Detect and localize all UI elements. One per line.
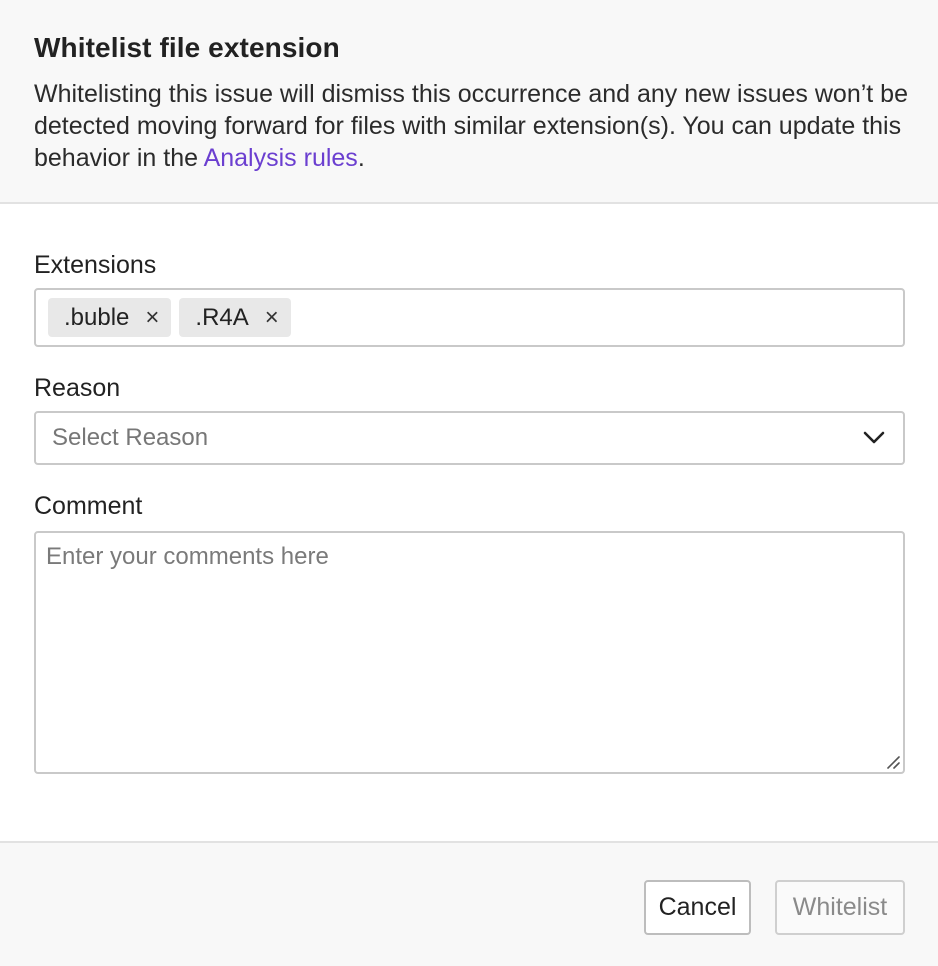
description-text: Whitelisting this issue will dismiss thi…	[34, 80, 908, 172]
description-end: .	[357, 144, 365, 172]
modal-description: Whitelisting this issue will dismiss thi…	[34, 78, 908, 174]
modal-body: Extensions .buble × .R4A × Reason Select…	[34, 250, 905, 774]
comment-field-wrapper	[34, 531, 905, 774]
extension-tag-label: .R4A	[195, 303, 249, 331]
whitelist-button[interactable]: Whitelist	[775, 880, 905, 935]
cancel-button[interactable]: Cancel	[644, 880, 751, 935]
comment-textarea[interactable]	[36, 533, 903, 772]
reason-placeholder: Select Reason	[52, 424, 209, 451]
modal-header: Whitelist file extension Whitelisting th…	[0, 0, 938, 204]
modal-footer: Cancel Whitelist	[0, 841, 938, 966]
chevron-down-icon	[861, 425, 887, 451]
reason-label: Reason	[34, 374, 121, 402]
analysis-rules-link[interactable]: Analysis rules	[204, 144, 358, 172]
modal-title: Whitelist file extension	[34, 32, 340, 63]
extensions-tag-input[interactable]: .buble × .R4A ×	[34, 288, 905, 347]
remove-tag-icon[interactable]: ×	[265, 305, 279, 330]
extension-tag: .R4A ×	[179, 298, 291, 337]
reason-select[interactable]: Select Reason	[34, 411, 905, 465]
extension-tag-label: .buble	[64, 303, 130, 331]
resize-handle-icon[interactable]	[883, 752, 901, 770]
whitelist-modal: Whitelist file extension Whitelisting th…	[0, 0, 938, 966]
extension-tag: .buble ×	[48, 298, 172, 337]
comment-label: Comment	[34, 492, 143, 520]
extensions-label: Extensions	[34, 251, 157, 279]
remove-tag-icon[interactable]: ×	[145, 305, 159, 330]
